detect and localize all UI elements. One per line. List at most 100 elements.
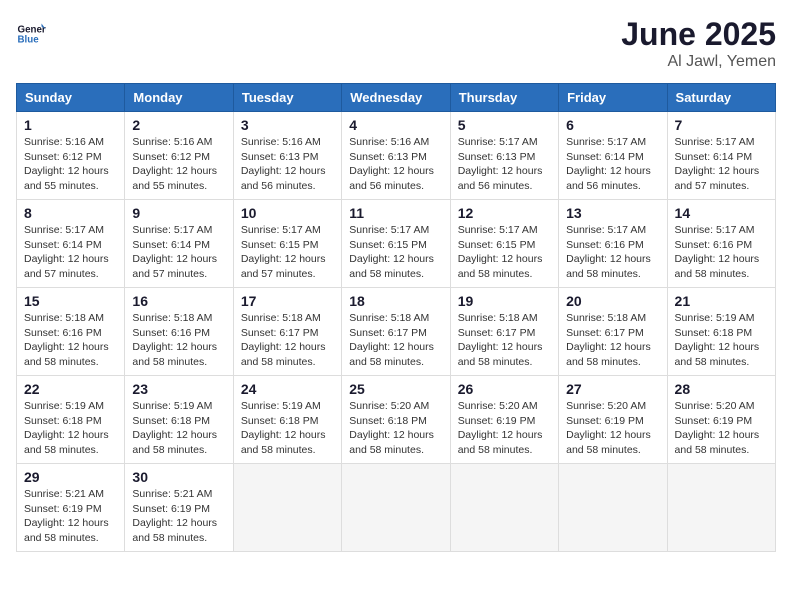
day-info: Sunrise: 5:20 AMSunset: 6:19 PMDaylight:… bbox=[458, 399, 551, 458]
calendar-day-cell: 11Sunrise: 5:17 AMSunset: 6:15 PMDayligh… bbox=[342, 200, 450, 288]
day-number: 6 bbox=[566, 117, 659, 133]
svg-text:Blue: Blue bbox=[18, 34, 40, 45]
weekday-header: Friday bbox=[559, 84, 667, 112]
day-number: 23 bbox=[132, 381, 225, 397]
calendar-day-cell bbox=[233, 464, 341, 552]
day-number: 21 bbox=[675, 293, 768, 309]
location-title: Al Jawl, Yemen bbox=[621, 53, 776, 71]
calendar-day-cell: 23 Sunrise: 5:19 AMSunset: 6:18 PMDayligh… bbox=[125, 376, 233, 464]
calendar-week-row: 8 Sunrise: 5:17 AMSunset: 6:14 PMDaylight… bbox=[17, 200, 776, 288]
calendar-day-cell: 9 Sunrise: 5:17 AMSunset: 6:14 PMDaylight… bbox=[125, 200, 233, 288]
calendar-day-cell: 1 Sunrise: 5:16 AMSunset: 6:12 PMDaylight… bbox=[17, 112, 125, 200]
day-number: 8 bbox=[24, 205, 117, 221]
calendar-week-row: 29 Sunrise: 5:21 AMSunset: 6:19 PMDayligh… bbox=[17, 464, 776, 552]
logo-icon: General Blue bbox=[16, 16, 46, 46]
day-info: Sunrise: 5:20 AMSunset: 6:19 PMDaylight:… bbox=[566, 399, 659, 458]
calendar-day-cell: 5 Sunrise: 5:17 AMSunset: 6:13 PMDaylight… bbox=[450, 112, 558, 200]
calendar-day-cell: 25 Sunrise: 5:20 AMSunset: 6:18 PMDayligh… bbox=[342, 376, 450, 464]
page-header: General Blue June 2025 Al Jawl, Yemen bbox=[16, 16, 776, 71]
calendar-day-cell: 4Sunrise: 5:16 AMSunset: 6:13 PMDaylight… bbox=[342, 112, 450, 200]
calendar-day-cell: 6 Sunrise: 5:17 AMSunset: 6:14 PMDaylight… bbox=[559, 112, 667, 200]
day-number: 4 bbox=[349, 117, 442, 133]
day-info: Sunrise: 5:17 AMSunset: 6:14 PMDaylight:… bbox=[132, 223, 225, 282]
calendar-day-cell: 28 Sunrise: 5:20 AMSunset: 6:19 PMDayligh… bbox=[667, 376, 775, 464]
calendar-day-cell: 21Sunrise: 5:19 AMSunset: 6:18 PMDayligh… bbox=[667, 288, 775, 376]
day-info: Sunrise: 5:17 AMSunset: 6:15 PMDaylight:… bbox=[458, 223, 551, 282]
day-number: 10 bbox=[241, 205, 334, 221]
day-number: 13 bbox=[566, 205, 659, 221]
calendar-day-cell: 26 Sunrise: 5:20 AMSunset: 6:19 PMDayligh… bbox=[450, 376, 558, 464]
calendar-day-cell: 18 Sunrise: 5:18 AMSunset: 6:17 PMDayligh… bbox=[342, 288, 450, 376]
calendar-day-cell: 8 Sunrise: 5:17 AMSunset: 6:14 PMDaylight… bbox=[17, 200, 125, 288]
day-info: Sunrise: 5:17 AMSunset: 6:16 PMDaylight:… bbox=[566, 223, 659, 282]
weekday-header: Tuesday bbox=[233, 84, 341, 112]
day-info: Sunrise: 5:17 AMSunset: 6:15 PMDaylight:… bbox=[241, 223, 334, 282]
day-info: Sunrise: 5:18 AMSunset: 6:17 PMDaylight:… bbox=[349, 311, 442, 370]
day-info: Sunrise: 5:19 AMSunset: 6:18 PMDaylight:… bbox=[132, 399, 225, 458]
day-number: 16 bbox=[132, 293, 225, 309]
day-info: Sunrise: 5:17 AMSunset: 6:14 PMDaylight:… bbox=[566, 135, 659, 194]
calendar-week-row: 1 Sunrise: 5:16 AMSunset: 6:12 PMDaylight… bbox=[17, 112, 776, 200]
day-info: Sunrise: 5:16 AMSunset: 6:13 PMDaylight:… bbox=[241, 135, 334, 194]
day-number: 28 bbox=[675, 381, 768, 397]
calendar-day-cell: 10 Sunrise: 5:17 AMSunset: 6:15 PMDayligh… bbox=[233, 200, 341, 288]
day-number: 18 bbox=[349, 293, 442, 309]
calendar-header-row: SundayMondayTuesdayWednesdayThursdayFrid… bbox=[17, 84, 776, 112]
weekday-header: Thursday bbox=[450, 84, 558, 112]
day-info: Sunrise: 5:19 AMSunset: 6:18 PMDaylight:… bbox=[24, 399, 117, 458]
calendar-day-cell: 13 Sunrise: 5:17 AMSunset: 6:16 PMDayligh… bbox=[559, 200, 667, 288]
weekday-header: Monday bbox=[125, 84, 233, 112]
day-info: Sunrise: 5:17 AMSunset: 6:13 PMDaylight:… bbox=[458, 135, 551, 194]
calendar-day-cell: 30Sunrise: 5:21 AMSunset: 6:19 PMDayligh… bbox=[125, 464, 233, 552]
day-info: Sunrise: 5:16 AMSunset: 6:12 PMDaylight:… bbox=[24, 135, 117, 194]
day-number: 12 bbox=[458, 205, 551, 221]
day-number: 20 bbox=[566, 293, 659, 309]
day-info: Sunrise: 5:20 AMSunset: 6:19 PMDaylight:… bbox=[675, 399, 768, 458]
day-number: 17 bbox=[241, 293, 334, 309]
weekday-header: Saturday bbox=[667, 84, 775, 112]
calendar-day-cell bbox=[667, 464, 775, 552]
day-number: 11 bbox=[349, 205, 442, 221]
day-number: 1 bbox=[24, 117, 117, 133]
day-info: Sunrise: 5:19 AMSunset: 6:18 PMDaylight:… bbox=[241, 399, 334, 458]
day-info: Sunrise: 5:17 AMSunset: 6:14 PMDaylight:… bbox=[24, 223, 117, 282]
day-number: 30 bbox=[132, 469, 225, 485]
day-info: Sunrise: 5:18 AMSunset: 6:17 PMDaylight:… bbox=[566, 311, 659, 370]
day-number: 19 bbox=[458, 293, 551, 309]
calendar-day-cell: 19 Sunrise: 5:18 AMSunset: 6:17 PMDayligh… bbox=[450, 288, 558, 376]
day-info: Sunrise: 5:16 AMSunset: 6:12 PMDaylight:… bbox=[132, 135, 225, 194]
calendar-day-cell bbox=[450, 464, 558, 552]
calendar-day-cell: 12 Sunrise: 5:17 AMSunset: 6:15 PMDayligh… bbox=[450, 200, 558, 288]
day-number: 25 bbox=[349, 381, 442, 397]
day-number: 14 bbox=[675, 205, 768, 221]
day-info: Sunrise: 5:17 AMSunset: 6:16 PMDaylight:… bbox=[675, 223, 768, 282]
day-number: 9 bbox=[132, 205, 225, 221]
day-number: 27 bbox=[566, 381, 659, 397]
day-number: 5 bbox=[458, 117, 551, 133]
day-info: Sunrise: 5:21 AMSunset: 6:19 PMDaylight:… bbox=[24, 487, 117, 546]
day-number: 24 bbox=[241, 381, 334, 397]
calendar-day-cell: 16 Sunrise: 5:18 AMSunset: 6:16 PMDayligh… bbox=[125, 288, 233, 376]
day-info: Sunrise: 5:18 AMSunset: 6:16 PMDaylight:… bbox=[132, 311, 225, 370]
calendar-day-cell: 27 Sunrise: 5:20 AMSunset: 6:19 PMDayligh… bbox=[559, 376, 667, 464]
calendar-day-cell bbox=[342, 464, 450, 552]
day-number: 26 bbox=[458, 381, 551, 397]
day-info: Sunrise: 5:18 AMSunset: 6:17 PMDaylight:… bbox=[458, 311, 551, 370]
calendar-day-cell: 29 Sunrise: 5:21 AMSunset: 6:19 PMDayligh… bbox=[17, 464, 125, 552]
day-number: 29 bbox=[24, 469, 117, 485]
day-info: Sunrise: 5:18 AMSunset: 6:17 PMDaylight:… bbox=[241, 311, 334, 370]
day-info: Sunrise: 5:20 AMSunset: 6:18 PMDaylight:… bbox=[349, 399, 442, 458]
calendar-day-cell: 20 Sunrise: 5:18 AMSunset: 6:17 PMDayligh… bbox=[559, 288, 667, 376]
day-number: 7 bbox=[675, 117, 768, 133]
day-info: Sunrise: 5:17 AMSunset: 6:14 PMDaylight:… bbox=[675, 135, 768, 194]
day-number: 2 bbox=[132, 117, 225, 133]
calendar-week-row: 15Sunrise: 5:18 AMSunset: 6:16 PMDayligh… bbox=[17, 288, 776, 376]
calendar-day-cell: 7 Sunrise: 5:17 AMSunset: 6:14 PMDaylight… bbox=[667, 112, 775, 200]
title-block: June 2025 Al Jawl, Yemen bbox=[621, 16, 776, 71]
calendar-day-cell: 2 Sunrise: 5:16 AMSunset: 6:12 PMDaylight… bbox=[125, 112, 233, 200]
day-info: Sunrise: 5:18 AMSunset: 6:16 PMDaylight:… bbox=[24, 311, 117, 370]
day-number: 3 bbox=[241, 117, 334, 133]
weekday-header: Sunday bbox=[17, 84, 125, 112]
calendar-day-cell: 3 Sunrise: 5:16 AMSunset: 6:13 PMDaylight… bbox=[233, 112, 341, 200]
logo: General Blue bbox=[16, 16, 46, 46]
